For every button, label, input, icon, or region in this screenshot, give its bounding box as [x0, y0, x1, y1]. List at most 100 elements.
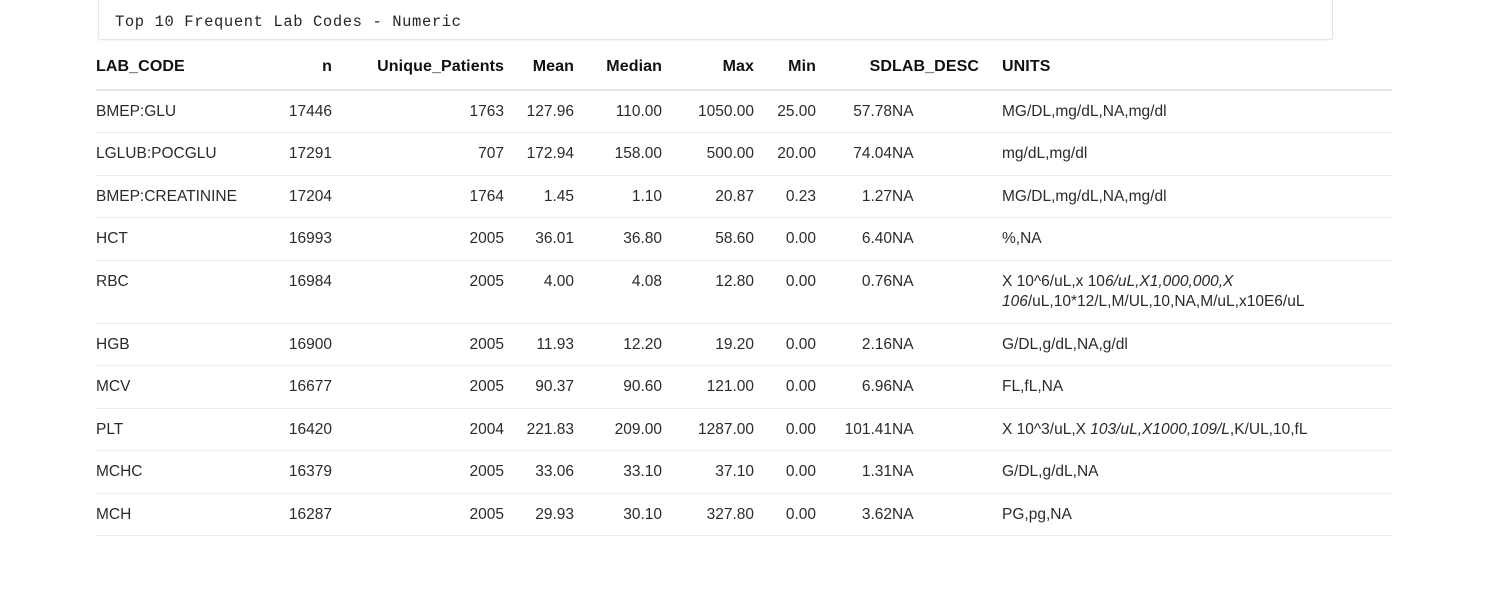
cell-median: 209.00 [574, 408, 662, 452]
cell-min: 0.00 [754, 450, 816, 494]
cell-max: 58.60 [662, 217, 754, 261]
cell-units: mg/dL,mg/dl [1002, 132, 1392, 176]
cell-median: 90.60 [574, 365, 662, 409]
cell-min: 0.00 [754, 365, 816, 409]
cell-sd: 1.27 [816, 175, 892, 219]
cell-lab-code: LGLUB:POCGLU [96, 132, 266, 176]
cell-max: 19.20 [662, 323, 754, 367]
cell-lab-code: BMEP:GLU [96, 90, 266, 134]
cell-max: 1050.00 [662, 90, 754, 134]
cell-mean: 127.96 [504, 90, 574, 134]
units-plain-run: ,K/UL,10,fL [1229, 420, 1308, 438]
column-header-mean: Mean [504, 58, 574, 91]
units-italic-run: 103/uL,X1000,109/L [1090, 420, 1230, 438]
cell-lab-code: RBC [96, 260, 266, 324]
cell-units: MG/DL,mg/dL,NA,mg/dl [1002, 90, 1392, 134]
cell-median: 110.00 [574, 90, 662, 134]
cell-lab-desc: NA [892, 175, 1002, 219]
cell-unique-patients: 2005 [332, 323, 504, 367]
cell-n: 17446 [266, 90, 332, 134]
table-row: MCV 16677 2005 90.37 90.60 121.00 0.00 6.96 NA FL… [96, 365, 1392, 409]
cell-sd: 3.62 [816, 493, 892, 536]
cell-mean: 29.93 [504, 493, 574, 536]
cell-min: 0.00 [754, 493, 816, 536]
cell-units: PG,pg,NA [1002, 493, 1392, 536]
cell-lab-desc: NA [892, 450, 1002, 494]
table-row: BMEP:GLU 17446 1763 127.96 110.00 1050.00 25.0… [96, 90, 1392, 134]
cell-mean: 1.45 [504, 175, 574, 219]
cell-n: 17291 [266, 132, 332, 176]
column-header-lab-desc: LAB_DESC [892, 58, 1002, 91]
cell-unique-patients: 2005 [332, 260, 504, 324]
cell-min: 0.00 [754, 217, 816, 261]
cell-sd: 6.40 [816, 217, 892, 261]
units-plain-run: X 10^6/uL,x 10 [1002, 272, 1105, 290]
cell-min: 20.00 [754, 132, 816, 176]
cell-n: 17204 [266, 175, 332, 219]
report-title-panel: Top 10 Frequent Lab Codes - Numeric [98, 0, 1333, 40]
column-header-unique-patients: Unique_Patients [332, 58, 504, 91]
cell-min: 25.00 [754, 90, 816, 134]
units-plain-run: /uL,10*12/L,M/UL,10,NA,M/uL,x10E6/uL [1027, 293, 1305, 311]
cell-lab-desc: NA [892, 132, 1002, 176]
cell-lab-desc: NA [892, 408, 1002, 452]
cell-n: 16287 [266, 493, 332, 536]
column-header-sd: SD [816, 58, 892, 91]
column-header-lab-code: LAB_CODE [96, 58, 266, 91]
cell-sd: 6.96 [816, 365, 892, 409]
cell-n: 16984 [266, 260, 332, 324]
cell-median: 4.08 [574, 260, 662, 324]
cell-lab-desc: NA [892, 493, 1002, 536]
cell-unique-patients: 2005 [332, 217, 504, 261]
column-header-units: UNITS [1002, 58, 1392, 91]
cell-sd: 2.16 [816, 323, 892, 367]
column-header-min: Min [754, 58, 816, 91]
cell-sd: 74.04 [816, 132, 892, 176]
table-row: HGB 16900 2005 11.93 12.20 19.20 0.00 2.16 NA G/D… [96, 323, 1392, 367]
cell-median: 30.10 [574, 493, 662, 536]
column-header-median: Median [574, 58, 662, 91]
table-row: PLT 16420 2004 221.83 209.00 1287.00 0.00 101.4… [96, 408, 1392, 452]
cell-sd: 0.76 [816, 260, 892, 324]
cell-units: X 10^3/uL,X 103/uL,X1000,109/L,K/UL,10,f… [1002, 408, 1392, 452]
cell-units: MG/DL,mg/dL,NA,mg/dl [1002, 175, 1392, 219]
cell-units: G/DL,g/dL,NA,g/dl [1002, 323, 1392, 367]
cell-lab-desc: NA [892, 217, 1002, 261]
cell-lab-desc: NA [892, 90, 1002, 134]
column-header-max: Max [662, 58, 754, 91]
cell-unique-patients: 707 [332, 132, 504, 176]
cell-max: 121.00 [662, 365, 754, 409]
cell-n: 16379 [266, 450, 332, 494]
cell-mean: 11.93 [504, 323, 574, 367]
cell-max: 12.80 [662, 260, 754, 324]
cell-unique-patients: 1763 [332, 90, 504, 134]
table-header: LAB_CODE n Unique_Patients Mean Median M… [96, 58, 1392, 91]
cell-lab-code: HGB [96, 323, 266, 367]
column-header-n: n [266, 58, 332, 91]
cell-n: 16900 [266, 323, 332, 367]
cell-mean: 221.83 [504, 408, 574, 452]
cell-sd: 57.78 [816, 90, 892, 134]
cell-n: 16993 [266, 217, 332, 261]
lab-summary-table-container: LAB_CODE n Unique_Patients Mean Median M… [96, 58, 1392, 536]
cell-lab-desc: NA [892, 365, 1002, 409]
table-body: BMEP:GLU 17446 1763 127.96 110.00 1050.00 25.0… [96, 90, 1392, 536]
cell-median: 12.20 [574, 323, 662, 367]
cell-median: 158.00 [574, 132, 662, 176]
cell-max: 327.80 [662, 493, 754, 536]
cell-max: 37.10 [662, 450, 754, 494]
cell-sd: 1.31 [816, 450, 892, 494]
cell-median: 33.10 [574, 450, 662, 494]
cell-mean: 4.00 [504, 260, 574, 324]
table-row: MCH 16287 2005 29.93 30.10 327.80 0.00 3.62 NA PG… [96, 493, 1392, 536]
cell-n: 16677 [266, 365, 332, 409]
table-header-row: LAB_CODE n Unique_Patients Mean Median M… [96, 58, 1392, 91]
cell-n: 16420 [266, 408, 332, 452]
table-row: HCT 16993 2005 36.01 36.80 58.60 0.00 6.40 NA %,N… [96, 217, 1392, 261]
table-row: BMEP:CREATININE 17204 1764 1.45 1.10 20.87 0.2… [96, 175, 1392, 219]
cell-lab-desc: NA [892, 260, 1002, 324]
cell-unique-patients: 1764 [332, 175, 504, 219]
cell-units: X 10^6/uL,x 106/uL,X1,000,000,X 106/uL,1… [1002, 260, 1392, 324]
cell-min: 0.23 [754, 175, 816, 219]
cell-sd: 101.41 [816, 408, 892, 452]
